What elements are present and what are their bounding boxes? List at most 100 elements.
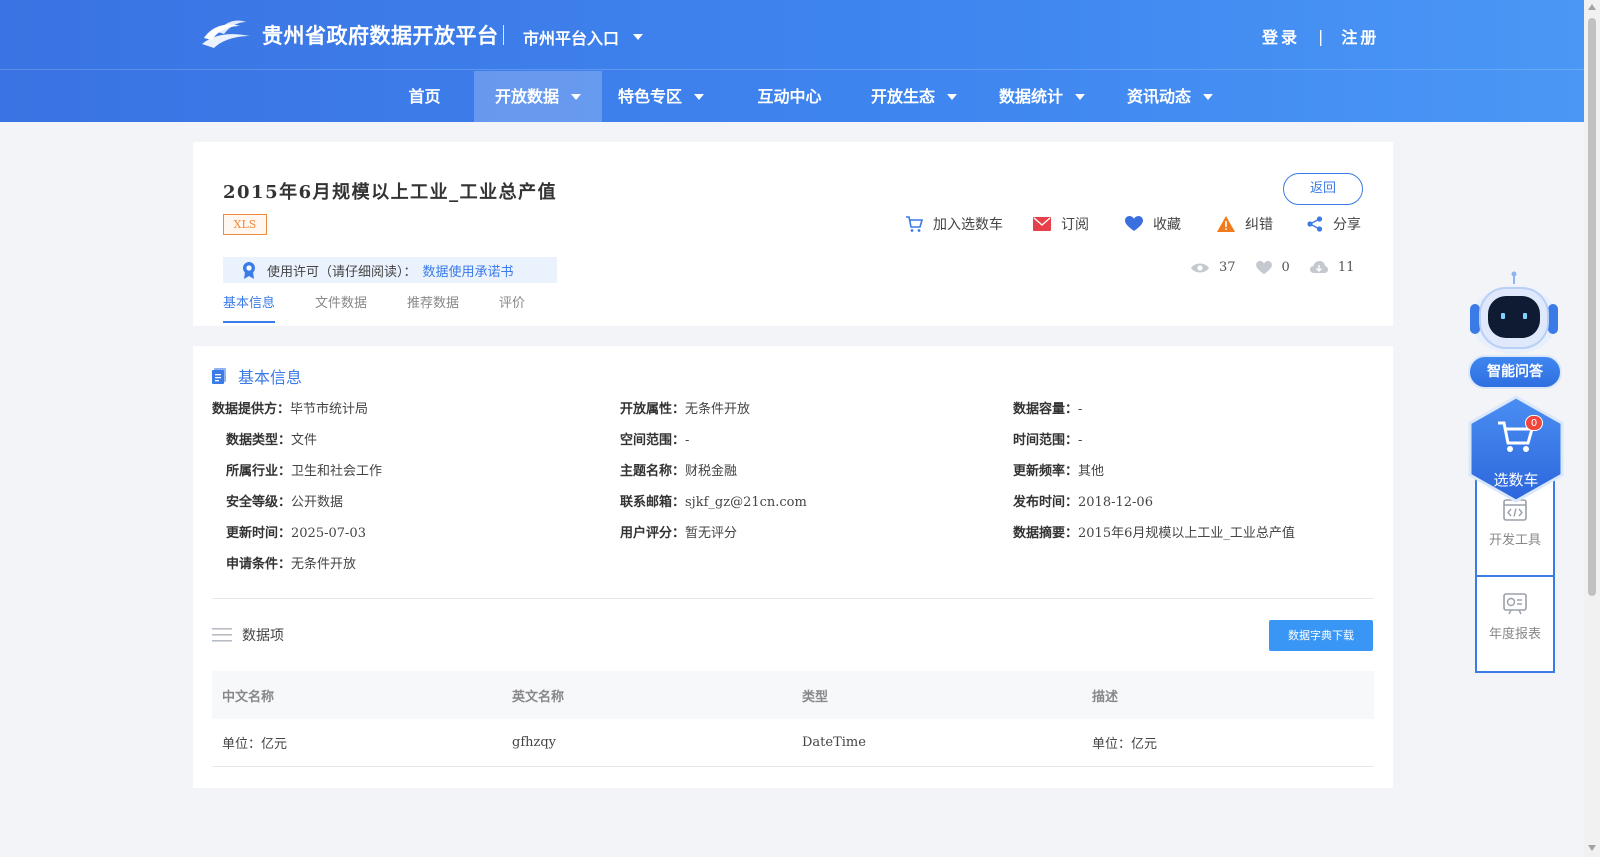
city-platform-label: 市州平台入口 [523, 29, 620, 48]
info-label: 发布时间： [1013, 495, 1079, 510]
eye-icon [1191, 263, 1209, 272]
cart-count-badge: 0 [1525, 415, 1543, 431]
info-open-attribute: 开放属性：无条件开放 [620, 398, 750, 417]
table-cell: gfhzqy [512, 735, 557, 750]
city-platform-dropdown[interactable]: 市州平台入口 [523, 25, 644, 49]
annual-report-button[interactable]: 年度报表 [1477, 575, 1553, 657]
action-bar: 加入选数车 订阅 收藏 纠错 分享 [905, 214, 1361, 234]
license-link[interactable]: 数据使用承诺书 [423, 261, 514, 280]
robot-assistant-icon[interactable] [1466, 270, 1562, 366]
info-label: 数据摘要： [1013, 526, 1079, 541]
download-count: 11 [1309, 260, 1355, 275]
info-value: 卫生和社会工作 [291, 464, 383, 479]
table-cell: 单位：亿元 [222, 737, 288, 752]
info-time-range: 时间范围：- [1013, 429, 1082, 448]
scrollbar-thumb[interactable] [1588, 18, 1596, 596]
info-label: 安全等级： [226, 495, 292, 510]
cart-icon [906, 216, 923, 232]
chevron-down-icon [633, 34, 644, 40]
dictionary-download-button[interactable]: 数据字典下载 [1269, 620, 1373, 651]
tab-recommended-data[interactable]: 推荐数据 [407, 292, 459, 323]
add-to-cart-button[interactable]: 加入选数车 [905, 214, 1003, 234]
section-title: 基本信息 [238, 368, 303, 387]
back-button[interactable]: 返回 [1283, 173, 1363, 205]
nav-item-interaction[interactable]: 互动中心 [742, 71, 837, 122]
chevron-down-icon [947, 93, 957, 100]
tab-basic-info[interactable]: 基本信息 [223, 292, 276, 323]
info-security-level: 安全等级：公开数据 [226, 491, 343, 510]
register-link[interactable]: 注册 [1341, 24, 1379, 48]
data-items-header: 数据项 [212, 625, 284, 645]
page-scrollbar[interactable] [1584, 0, 1600, 857]
info-value: 文件 [291, 433, 318, 448]
format-tag: XLS [223, 214, 267, 235]
dev-tools-label: 开发工具 [1488, 532, 1541, 548]
nav-item-ecosystem[interactable]: 开放生态 [860, 71, 968, 122]
license-label: 使用许可（请仔细阅读）： [267, 264, 417, 280]
info-label: 申请条件： [226, 557, 292, 572]
like-count-value: 0 [1281, 260, 1290, 275]
logo-icon [202, 20, 250, 48]
info-value: 公开数据 [291, 495, 344, 510]
column-header: 英文名称 [512, 689, 565, 705]
cloud-download-icon [1309, 261, 1328, 273]
info-value: 2015年6月规模以上工业_工业总产值 [1078, 526, 1295, 541]
nav-item-statistics[interactable]: 数据统计 [988, 71, 1096, 122]
section-header: 基本信息 [212, 364, 302, 388]
ai-qa-button[interactable]: 智能问答 [1468, 355, 1562, 389]
nav-item-label: 首页 [408, 87, 441, 106]
mail-icon [1033, 217, 1051, 231]
add-to-cart-label: 加入选数车 [933, 217, 1003, 233]
report-chart-icon [1503, 592, 1527, 614]
report-error-button[interactable]: 纠错 [1217, 214, 1273, 234]
selection-cart-button[interactable]: 0 选数车 [1466, 395, 1566, 503]
column-header: 类型 [802, 689, 829, 705]
scroll-up-arrow-icon[interactable] [1588, 4, 1596, 10]
column-header: 描述 [1092, 689, 1119, 705]
data-items-title: 数据项 [242, 628, 284, 644]
login-link[interactable]: 登录 [1262, 24, 1300, 48]
heart-icon [1125, 216, 1143, 231]
favorite-label: 收藏 [1153, 217, 1181, 233]
info-label: 开放属性： [620, 402, 686, 417]
auth-separator: | [1318, 26, 1324, 46]
chevron-down-icon [1203, 93, 1213, 100]
tab-rating[interactable]: 评价 [499, 292, 525, 323]
site-title: 贵州省政府数据开放平台 [262, 24, 499, 48]
info-value: 暂无评分 [685, 526, 738, 541]
report-error-label: 纠错 [1245, 217, 1273, 233]
tab-file-data[interactable]: 文件数据 [315, 292, 367, 323]
download-count-value: 11 [1337, 260, 1355, 275]
info-value: 其他 [1078, 464, 1105, 479]
chevron-down-icon [571, 93, 581, 100]
nav-item-label: 数据统计 [998, 87, 1063, 106]
info-label: 数据提供方： [212, 402, 291, 417]
info-label: 用户评分： [620, 526, 686, 541]
view-count: 37 [1191, 260, 1236, 275]
info-apply-condition: 申请条件：无条件开放 [226, 553, 356, 572]
chevron-down-icon [1075, 93, 1085, 100]
nav-item-label: 资讯动态 [1126, 87, 1191, 106]
title-divider [503, 25, 504, 45]
nav-item-special-zone[interactable]: 特色专区 [607, 71, 715, 122]
top-bar: 贵州省政府数据开放平台 市州平台入口 登录 | 注册 [0, 0, 1584, 70]
document-icon [212, 368, 226, 384]
section-divider [212, 598, 1374, 599]
info-publish-time: 发布时间：2018-12-06 [1013, 491, 1153, 510]
info-value: 财税金融 [685, 464, 738, 479]
nav-item-label: 互动中心 [757, 87, 822, 106]
warning-icon [1217, 216, 1235, 232]
nav-item-label: 开放数据 [494, 87, 559, 106]
nav-item-news[interactable]: 资讯动态 [1116, 71, 1224, 122]
info-value: - [1078, 402, 1083, 417]
info-value: 毕节市统计局 [290, 402, 369, 417]
info-value: 2018-12-06 [1078, 495, 1153, 510]
favorite-button[interactable]: 收藏 [1125, 214, 1181, 234]
scroll-down-arrow-icon[interactable] [1588, 845, 1596, 851]
share-button[interactable]: 分享 [1307, 214, 1361, 234]
nav-item-open-data[interactable]: 开放数据 [474, 71, 602, 122]
subscribe-button[interactable]: 订阅 [1033, 214, 1089, 234]
main-nav: 首页 开放数据 特色专区 互动中心 开放生态 数据统计 资讯动态 [0, 71, 1584, 122]
info-theme: 主题名称：财税金融 [620, 460, 737, 479]
nav-item-home[interactable]: 首页 [380, 71, 469, 122]
